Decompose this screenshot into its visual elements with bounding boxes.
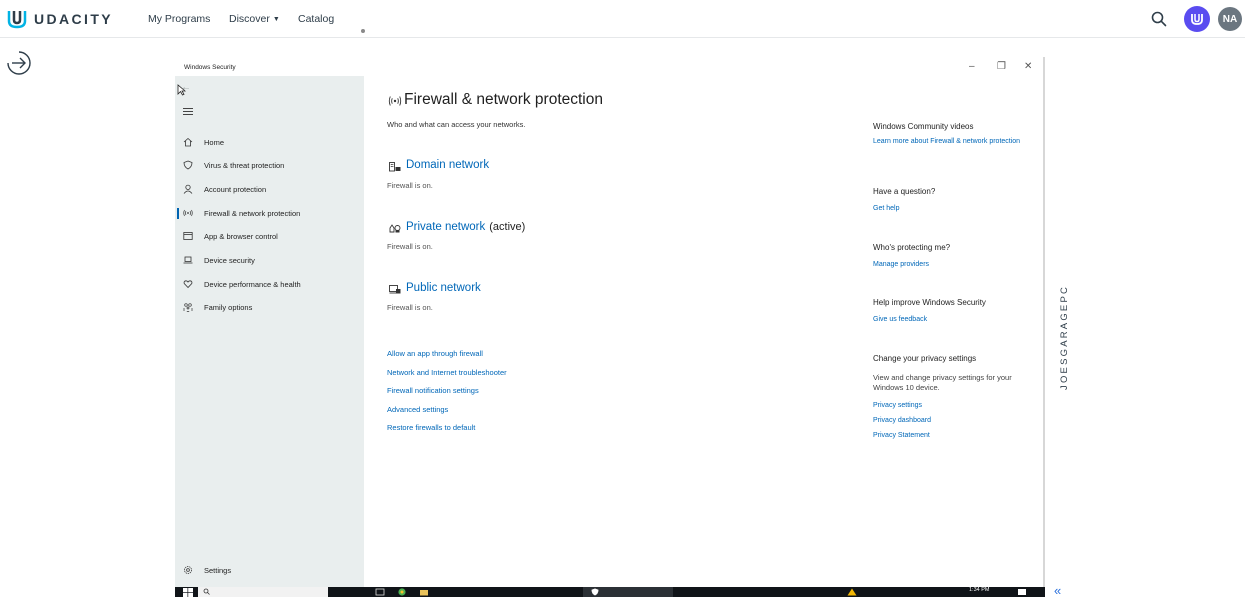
close-button[interactable]: ✕ <box>1024 61 1032 72</box>
browser-window-icon <box>183 231 193 241</box>
shield-icon <box>591 588 599 596</box>
sidebar-item-virus-threat[interactable]: Virus & threat protection <box>175 157 364 173</box>
feedback-link[interactable]: Give us feedback <box>873 315 1021 324</box>
privacy-text: View and change privacy settings for you… <box>873 373 1012 392</box>
sidebar-item-device-security[interactable]: Device security <box>175 252 364 268</box>
privacy-settings-link[interactable]: Privacy settings <box>873 401 1021 410</box>
family-icon <box>183 302 193 312</box>
antenna-icon <box>388 96 402 106</box>
udacity-u-button[interactable] <box>1184 6 1210 32</box>
sidebar-item-label: Virus & threat protection <box>204 160 285 170</box>
avatar[interactable]: NA <box>1218 7 1242 31</box>
privacy-heading: Change your privacy settings <box>873 354 977 363</box>
chevron-down-icon: ▼ <box>272 15 280 23</box>
sidebar-item-firewall[interactable]: Firewall & network protection <box>175 205 364 221</box>
chrome-icon[interactable] <box>397 588 407 596</box>
sidebar-item-settings[interactable]: Settings <box>175 562 364 578</box>
get-help-link[interactable]: Get help <box>873 204 1021 213</box>
sidebar-item-label: App & browser control <box>204 231 278 241</box>
domain-network-link[interactable]: Domain network <box>406 159 489 171</box>
improve-heading: Help improve Windows Security <box>873 298 986 307</box>
top-navigation-bar: UDACITY My Programs Discover ▼ Catalog NA <box>0 0 1245 38</box>
private-network-status: Firewall is on. <box>387 242 433 251</box>
windows-security-window: Windows Security – ❐ ✕ ← Home Virus & th… <box>175 57 1045 597</box>
sidebar-item-label: Settings <box>204 565 232 575</box>
menu-icon[interactable] <box>183 108 193 116</box>
private-network-icon <box>389 224 401 233</box>
person-icon <box>183 184 193 194</box>
public-network-status: Firewall is on. <box>387 303 433 312</box>
arrow-right-circle-icon[interactable] <box>6 50 32 76</box>
machine-name-label: JOESGARAGEPC <box>1059 284 1070 390</box>
privacy-dashboard-link[interactable]: Privacy dashboard <box>873 416 1021 425</box>
taskbar-search[interactable] <box>198 587 328 597</box>
clock[interactable]: 1:34 PM <box>969 587 989 593</box>
allow-app-link[interactable]: Allow an app through firewall <box>387 349 483 358</box>
nav-discover[interactable]: Discover ▼ <box>229 13 280 25</box>
active-indicator <box>177 207 179 219</box>
security-sidebar: ← Home Virus & threat protection Account… <box>175 76 364 587</box>
public-network-link[interactable]: Public network <box>406 282 481 294</box>
file-explorer-icon[interactable] <box>419 588 429 596</box>
active-label: (active) <box>489 221 526 233</box>
protecting-heading: Who's protecting me? <box>873 243 951 252</box>
warning-icon[interactable] <box>847 588 857 596</box>
nav-discover-label: Discover <box>229 13 270 25</box>
domain-network-status: Firewall is on. <box>387 181 433 190</box>
task-view-icon[interactable] <box>375 588 385 596</box>
sidebar-item-label: Family options <box>204 302 253 312</box>
taskbar-windows-security[interactable] <box>583 587 673 597</box>
search-icon[interactable] <box>1151 11 1167 27</box>
restore-button[interactable]: ❐ <box>997 61 1006 72</box>
sidebar-item-home[interactable]: Home <box>175 134 364 150</box>
sidebar-item-app-browser[interactable]: App & browser control <box>175 228 364 244</box>
antenna-icon <box>183 208 193 218</box>
minimize-button[interactable]: – <box>969 61 975 72</box>
private-network-link[interactable]: Private network (active) <box>406 221 525 233</box>
advanced-settings-link[interactable]: Advanced settings <box>387 405 448 414</box>
mouse-pointer-icon <box>177 84 186 96</box>
search-icon <box>203 588 210 595</box>
page-subtitle: Who and what can access your networks. <box>387 120 526 129</box>
laptop-icon <box>183 255 193 265</box>
gear-icon <box>183 565 193 575</box>
notification-settings-link[interactable]: Firewall notification settings <box>387 386 479 395</box>
nav-catalog[interactable]: Catalog <box>298 13 334 25</box>
nav-my-programs[interactable]: My Programs <box>148 13 210 25</box>
troubleshooter-link[interactable]: Network and Internet troubleshooter <box>387 368 507 377</box>
windows-taskbar: 1:34 PM <box>175 587 1045 597</box>
sidebar-item-account-protection[interactable]: Account protection <box>175 181 364 197</box>
window-title: Windows Security <box>184 64 236 71</box>
shield-icon <box>183 160 193 170</box>
udacity-u-icon <box>1191 14 1203 25</box>
sidebar-item-label: Device security <box>204 255 255 265</box>
udacity-logo-icon <box>7 11 27 29</box>
notification-icon[interactable] <box>1017 588 1027 596</box>
question-heading: Have a question? <box>873 187 936 196</box>
privacy-statement-link[interactable]: Privacy Statement <box>873 431 1021 440</box>
community-link[interactable]: Learn more about Firewall & network prot… <box>873 137 1021 146</box>
domain-network-icon <box>389 162 401 172</box>
logo-text: UDACITY <box>34 11 114 27</box>
cursor-dot <box>361 29 365 33</box>
heart-icon <box>183 279 193 289</box>
double-chevron-left-icon[interactable]: « <box>1054 583 1061 597</box>
page-title: Firewall & network protection <box>404 91 603 108</box>
public-network-icon <box>389 285 401 294</box>
sidebar-item-label: Firewall & network protection <box>204 208 301 218</box>
sidebar-item-label: Account protection <box>204 184 267 194</box>
sidebar-item-family-options[interactable]: Family options <box>175 299 364 315</box>
sidebar-item-label: Device performance & health <box>204 279 301 289</box>
manage-providers-link[interactable]: Manage providers <box>873 260 1021 269</box>
sidebar-item-label: Home <box>204 137 225 147</box>
private-network-name: Private network <box>406 221 486 233</box>
community-heading: Windows Community videos <box>873 122 974 131</box>
windows-start-icon[interactable] <box>183 588 193 597</box>
sidebar-item-device-performance[interactable]: Device performance & health <box>175 276 364 292</box>
home-icon <box>183 137 193 147</box>
restore-defaults-link[interactable]: Restore firewalls to default <box>387 423 475 432</box>
udacity-logo[interactable]: UDACITY <box>6 9 113 29</box>
